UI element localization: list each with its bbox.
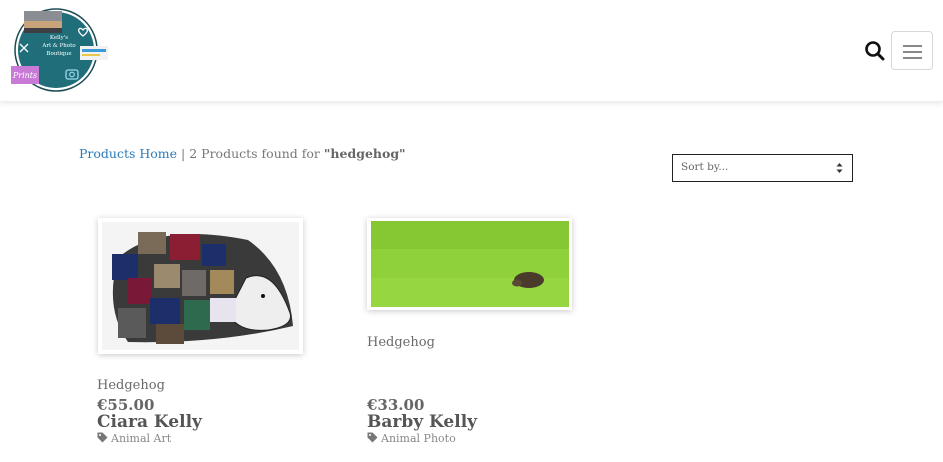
menu-toggle-button[interactable] — [891, 31, 933, 70]
logo-text-line1: Kelly's — [50, 35, 68, 41]
product-artist-link[interactable]: Barby Kelly — [367, 412, 477, 432]
hamburger-menu-icon-bar — [903, 51, 922, 53]
logo-sticker-text: Prints — [12, 71, 37, 80]
product-category-link[interactable]: Animal Art — [97, 432, 171, 445]
product-title-link[interactable]: Hedgehog — [367, 335, 435, 350]
result-count-text: 2 Products found for — [189, 146, 320, 161]
product-image-hedgehog-on-grass — [371, 221, 569, 307]
product-category-label: Animal Photo — [381, 432, 456, 445]
search-query-text: "hedgehog" — [323, 146, 406, 161]
tag-icon — [367, 432, 378, 443]
tag-icon — [97, 432, 108, 443]
sort-arrows-icon — [836, 163, 843, 173]
search-icon — [865, 41, 885, 61]
logo-text-line3: Boutique — [46, 51, 71, 57]
product-artist-link[interactable]: Ciara Kelly — [97, 412, 202, 432]
site-header: Prints Kelly's Art & Photo Boutique — [0, 0, 943, 102]
hamburger-menu-icon-bar — [903, 57, 922, 59]
sort-select-label: Sort by... — [681, 161, 729, 173]
product-title-link[interactable]: Hedgehog — [97, 378, 165, 393]
product-image-patchwork-hedgehog — [102, 222, 299, 350]
hamburger-menu-icon — [903, 45, 922, 47]
breadcrumb-separator: | — [181, 146, 186, 161]
product-image-link[interactable] — [98, 218, 303, 354]
logo-text-line2: Art & Photo — [41, 43, 76, 49]
product-category-link[interactable]: Animal Photo — [367, 432, 456, 445]
breadcrumb-products-home-link[interactable]: Products Home — [79, 146, 177, 161]
site-logo[interactable]: Prints Kelly's Art & Photo Boutique — [8, 8, 112, 94]
product-category-label: Animal Art — [111, 432, 172, 445]
product-image-link[interactable] — [367, 218, 572, 310]
breadcrumb: Products Home | 2 Products found for "he… — [79, 146, 406, 161]
sort-select[interactable]: Sort by... — [672, 154, 853, 182]
search-button[interactable] — [862, 38, 888, 64]
